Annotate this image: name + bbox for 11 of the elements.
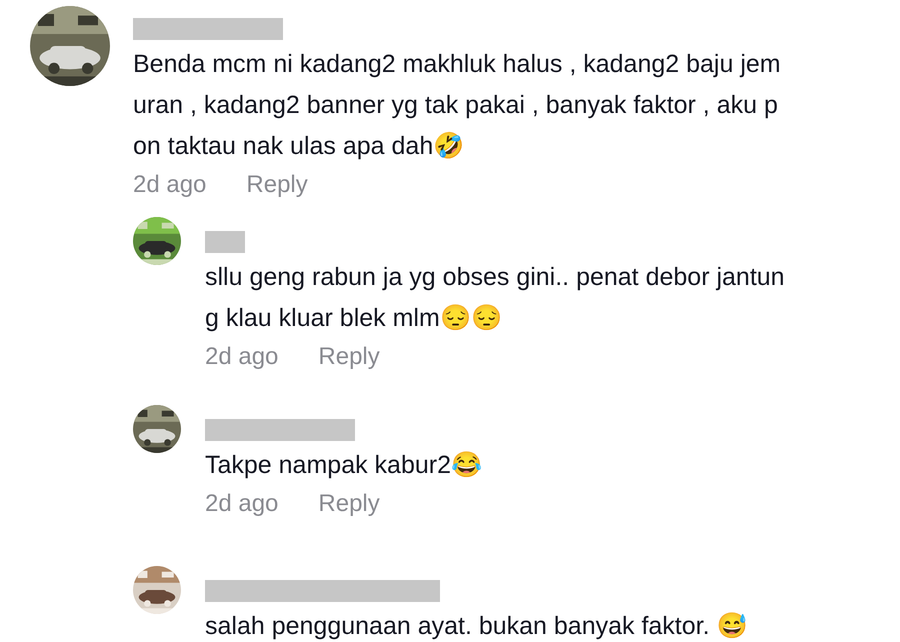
reply-link[interactable]: Reply [318, 486, 380, 522]
timestamp: 2d ago [133, 170, 206, 200]
comment-text: Benda mcm ni kadang2 makhluk halus , kadang2 baju jem uran , kadang2 banner yg tak pakai , banyak faktor , aku p on taktau nak ulas apa dah🤣 [133, 49, 781, 162]
redaction-bar [205, 231, 245, 253]
reply-link[interactable]: Reply [318, 339, 380, 375]
comment-text: Takpe nampak kabur2😂 [205, 450, 482, 481]
reply-link[interactable]: Reply [246, 167, 308, 203]
timestamp: 2d ago [205, 342, 278, 372]
comment-text: sllu geng rabun ja yg obses gini.. penat debor jantun g klau kluar blek mlm😔😔 [205, 262, 785, 334]
timestamp: 2d ago [205, 489, 278, 519]
comment-text: salah penggunaan ayat. bukan banyak faktor. 😅 [205, 611, 748, 642]
